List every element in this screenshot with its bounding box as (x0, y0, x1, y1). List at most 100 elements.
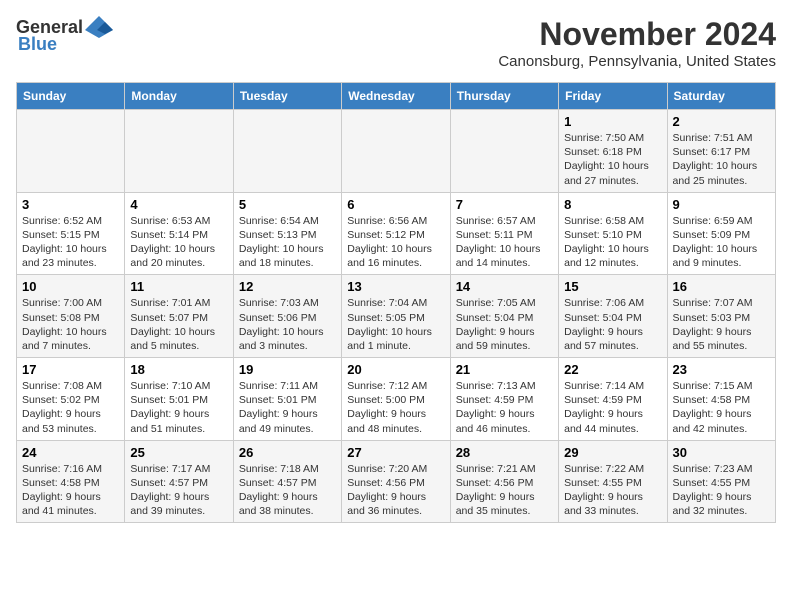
day-number: 24 (22, 445, 119, 460)
day-number: 15 (564, 279, 661, 294)
header-wednesday: Wednesday (342, 83, 450, 110)
day-number: 23 (673, 362, 770, 377)
header-thursday: Thursday (450, 83, 558, 110)
calendar-cell-3-4: 13 Sunrise: 7:04 AMSunset: 5:05 PMDayligh… (342, 275, 450, 358)
day-info: Sunrise: 7:08 AMSunset: 5:02 PMDaylight:… (22, 379, 119, 436)
page-header: General Blue November 2024 Canonsburg, P… (16, 16, 776, 70)
day-info: Sunrise: 6:53 AMSunset: 5:14 PMDaylight:… (130, 214, 227, 271)
week-row-1: 1 Sunrise: 7:50 AMSunset: 6:18 PMDaylight… (17, 110, 776, 193)
header-saturday: Saturday (667, 83, 775, 110)
day-info: Sunrise: 6:59 AMSunset: 5:09 PMDaylight:… (673, 214, 770, 271)
calendar-cell-2-2: 4 Sunrise: 6:53 AMSunset: 5:14 PMDaylight… (125, 192, 233, 275)
header-friday: Friday (559, 83, 667, 110)
week-row-4: 17Sunrise: 7:08 AMSunset: 5:02 PMDayligh… (17, 358, 776, 441)
day-number: 13 (347, 279, 444, 294)
week-row-3: 10Sunrise: 7:00 AMSunset: 5:08 PMDayligh… (17, 275, 776, 358)
day-info: Sunrise: 7:04 AMSunset: 5:05 PMDaylight:… (347, 296, 444, 353)
header-monday: Monday (125, 83, 233, 110)
day-number: 26 (239, 445, 336, 460)
day-number: 5 (239, 197, 336, 212)
calendar-cell-1-7: 2Sunrise: 7:51 AMSunset: 6:17 PMDaylight… (667, 110, 775, 193)
day-info: Sunrise: 6:52 AMSunset: 5:15 PMDaylight:… (22, 214, 119, 271)
logo: General Blue (16, 16, 113, 55)
week-row-2: 3Sunrise: 6:52 AMSunset: 5:15 PMDaylight… (17, 192, 776, 275)
calendar-cell-2-4: 6 Sunrise: 6:56 AMSunset: 5:12 PMDaylight… (342, 192, 450, 275)
day-number: 25 (130, 445, 227, 460)
calendar-cell-4-1: 17Sunrise: 7:08 AMSunset: 5:02 PMDayligh… (17, 358, 125, 441)
day-info: Sunrise: 7:15 AMSunset: 4:58 PMDaylight:… (673, 379, 770, 436)
day-number: 18 (130, 362, 227, 377)
day-number: 12 (239, 279, 336, 294)
day-info: Sunrise: 7:12 AMSunset: 5:00 PMDaylight:… (347, 379, 444, 436)
day-info: Sunrise: 7:50 AMSunset: 6:18 PMDaylight:… (564, 131, 661, 188)
calendar-cell-4-7: 23 Sunrise: 7:15 AMSunset: 4:58 PMDayligh… (667, 358, 775, 441)
calendar-cell-4-3: 19Sunrise: 7:11 AMSunset: 5:01 PMDayligh… (233, 358, 341, 441)
calendar-cell-5-7: 30 Sunrise: 7:23 AMSunset: 4:55 PMDayligh… (667, 440, 775, 523)
day-number: 28 (456, 445, 553, 460)
day-number: 14 (456, 279, 553, 294)
calendar-cell-2-6: 8 Sunrise: 6:58 AMSunset: 5:10 PMDaylight… (559, 192, 667, 275)
day-number: 8 (564, 197, 661, 212)
day-info: Sunrise: 7:03 AMSunset: 5:06 PMDaylight:… (239, 296, 336, 353)
calendar-cell-5-3: 26 Sunrise: 7:18 AMSunset: 4:57 PMDayligh… (233, 440, 341, 523)
calendar-cell-1-5 (450, 110, 558, 193)
calendar-cell-5-2: 25 Sunrise: 7:17 AMSunset: 4:57 PMDayligh… (125, 440, 233, 523)
day-info: Sunrise: 7:18 AMSunset: 4:57 PMDaylight:… (239, 462, 336, 519)
calendar-cell-4-5: 21Sunrise: 7:13 AMSunset: 4:59 PMDayligh… (450, 358, 558, 441)
calendar-cell-4-2: 18 Sunrise: 7:10 AMSunset: 5:01 PMDayligh… (125, 358, 233, 441)
day-info: Sunrise: 7:17 AMSunset: 4:57 PMDaylight:… (130, 462, 227, 519)
day-info: Sunrise: 7:10 AMSunset: 5:01 PMDaylight:… (130, 379, 227, 436)
calendar-header-row: Sunday Monday Tuesday Wednesday Thursday… (17, 83, 776, 110)
calendar-cell-2-5: 7 Sunrise: 6:57 AMSunset: 5:11 PMDaylight… (450, 192, 558, 275)
calendar-cell-3-5: 14 Sunrise: 7:05 AMSunset: 5:04 PMDayligh… (450, 275, 558, 358)
calendar-cell-3-2: 11 Sunrise: 7:01 AMSunset: 5:07 PMDayligh… (125, 275, 233, 358)
calendar-cell-4-6: 22 Sunrise: 7:14 AMSunset: 4:59 PMDayligh… (559, 358, 667, 441)
day-info: Sunrise: 6:54 AMSunset: 5:13 PMDaylight:… (239, 214, 336, 271)
calendar-cell-5-5: 28 Sunrise: 7:21 AMSunset: 4:56 PMDayligh… (450, 440, 558, 523)
calendar-cell-1-1 (17, 110, 125, 193)
day-number: 4 (130, 197, 227, 212)
day-info: Sunrise: 7:21 AMSunset: 4:56 PMDaylight:… (456, 462, 553, 519)
day-info: Sunrise: 7:23 AMSunset: 4:55 PMDaylight:… (673, 462, 770, 519)
day-number: 20 (347, 362, 444, 377)
calendar-cell-5-4: 27Sunrise: 7:20 AMSunset: 4:56 PMDayligh… (342, 440, 450, 523)
calendar-cell-3-1: 10Sunrise: 7:00 AMSunset: 5:08 PMDayligh… (17, 275, 125, 358)
day-info: Sunrise: 7:11 AMSunset: 5:01 PMDaylight:… (239, 379, 336, 436)
calendar-cell-2-7: 9 Sunrise: 6:59 AMSunset: 5:09 PMDaylight… (667, 192, 775, 275)
day-info: Sunrise: 7:00 AMSunset: 5:08 PMDaylight:… (22, 296, 119, 353)
day-number: 22 (564, 362, 661, 377)
day-number: 9 (673, 197, 770, 212)
day-number: 29 (564, 445, 661, 460)
day-info: Sunrise: 7:22 AMSunset: 4:55 PMDaylight:… (564, 462, 661, 519)
day-info: Sunrise: 7:14 AMSunset: 4:59 PMDaylight:… (564, 379, 661, 436)
day-info: Sunrise: 6:56 AMSunset: 5:12 PMDaylight:… (347, 214, 444, 271)
logo-blue-text: Blue (18, 34, 57, 55)
day-info: Sunrise: 6:57 AMSunset: 5:11 PMDaylight:… (456, 214, 553, 271)
day-info: Sunrise: 6:58 AMSunset: 5:10 PMDaylight:… (564, 214, 661, 271)
day-info: Sunrise: 7:05 AMSunset: 5:04 PMDaylight:… (456, 296, 553, 353)
day-info: Sunrise: 7:16 AMSunset: 4:58 PMDaylight:… (22, 462, 119, 519)
calendar-cell-3-6: 15 Sunrise: 7:06 AMSunset: 5:04 PMDayligh… (559, 275, 667, 358)
calendar-table: Sunday Monday Tuesday Wednesday Thursday… (16, 82, 776, 523)
calendar-cell-3-7: 16 Sunrise: 7:07 AMSunset: 5:03 PMDayligh… (667, 275, 775, 358)
day-info: Sunrise: 7:01 AMSunset: 5:07 PMDaylight:… (130, 296, 227, 353)
logo-icon (85, 16, 113, 38)
day-number: 30 (673, 445, 770, 460)
day-number: 1 (564, 114, 661, 129)
day-info: Sunrise: 7:06 AMSunset: 5:04 PMDaylight:… (564, 296, 661, 353)
day-number: 2 (673, 114, 770, 129)
day-number: 16 (673, 279, 770, 294)
day-number: 11 (130, 279, 227, 294)
title-block: November 2024 Canonsburg, Pennsylvania, … (498, 16, 776, 70)
calendar-cell-1-6: 1 Sunrise: 7:50 AMSunset: 6:18 PMDaylight… (559, 110, 667, 193)
calendar-cell-1-3 (233, 110, 341, 193)
page-subtitle: Canonsburg, Pennsylvania, United States (498, 53, 776, 70)
page-title: November 2024 (498, 16, 776, 53)
day-info: Sunrise: 7:13 AMSunset: 4:59 PMDaylight:… (456, 379, 553, 436)
day-info: Sunrise: 7:07 AMSunset: 5:03 PMDaylight:… (673, 296, 770, 353)
day-number: 6 (347, 197, 444, 212)
calendar-cell-3-3: 12 Sunrise: 7:03 AMSunset: 5:06 PMDayligh… (233, 275, 341, 358)
day-info: Sunrise: 7:20 AMSunset: 4:56 PMDaylight:… (347, 462, 444, 519)
calendar-cell-1-2 (125, 110, 233, 193)
day-number: 7 (456, 197, 553, 212)
